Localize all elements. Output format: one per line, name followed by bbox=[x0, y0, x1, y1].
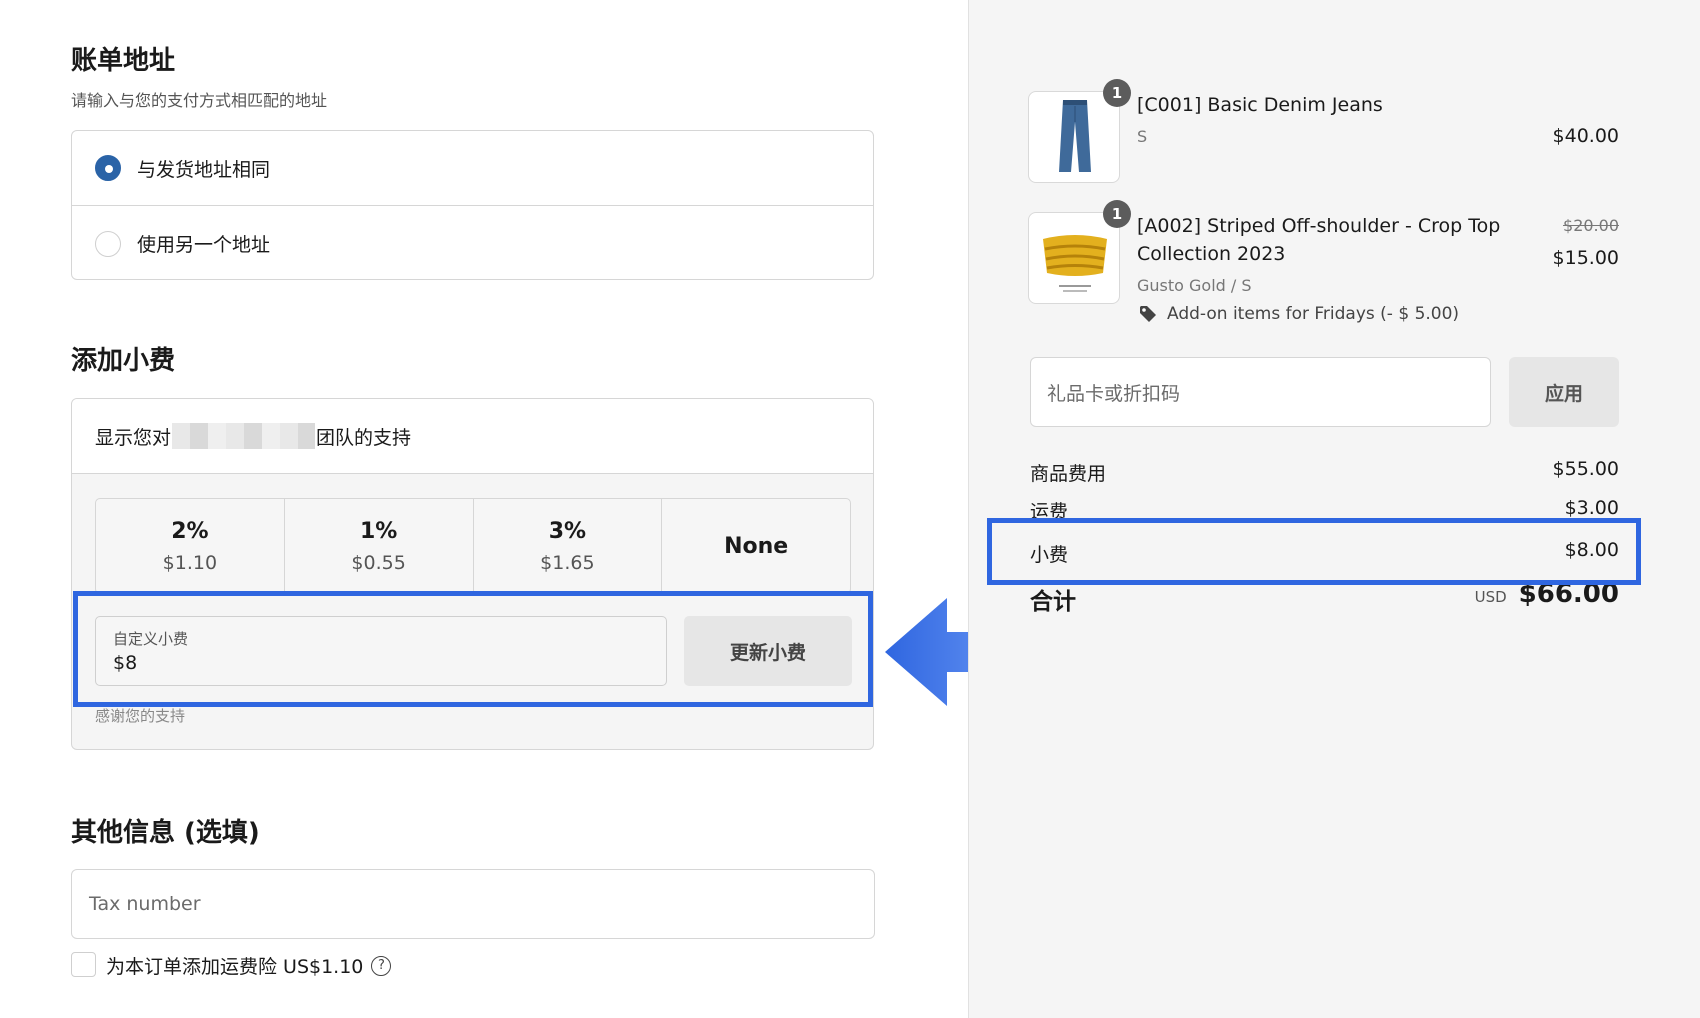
tip-summary-highlight bbox=[987, 518, 1641, 585]
tip-option-amount: $0.55 bbox=[351, 551, 406, 574]
billing-title: 账单地址 bbox=[71, 46, 176, 76]
jeans-image bbox=[1059, 100, 1091, 172]
tip-option-amount: $1.10 bbox=[162, 551, 218, 574]
tip-support-text: 显示您对 团队的支持 bbox=[72, 399, 873, 474]
shipping-insurance-checkbox[interactable] bbox=[71, 952, 96, 977]
item-discount: Add-on items for Fridays (- $ 5.00) bbox=[1139, 304, 1459, 324]
shipping-insurance-label: 为本订单添加运费险 US$1.10 ? bbox=[106, 952, 392, 979]
quantity-badge: 1 bbox=[1103, 79, 1131, 107]
tip-option-amount: $1.65 bbox=[540, 551, 595, 574]
item-original-price: $20.00 bbox=[1563, 216, 1619, 235]
shipping-insurance-text: 为本订单添加运费险 US$1.10 bbox=[106, 956, 364, 978]
billing-address-options: 与发货地址相同 使用另一个地址 bbox=[71, 130, 874, 280]
gift-card-input[interactable]: 礼品卡或折扣码 bbox=[1030, 357, 1491, 427]
tip-support-suffix: 团队的支持 bbox=[316, 426, 412, 449]
tip-option-1pct[interactable]: 1% $0.55 bbox=[285, 499, 474, 593]
currency-code: USD bbox=[1474, 588, 1507, 606]
tip-option-3pct[interactable]: 3% $1.65 bbox=[474, 499, 663, 593]
tip-option-percent: 2% bbox=[171, 518, 209, 544]
tip-title: 添加小费 bbox=[71, 346, 176, 376]
billing-option-different[interactable]: 使用另一个地址 bbox=[72, 206, 873, 281]
item-price: $15.00 bbox=[1552, 247, 1619, 269]
tip-support-prefix: 显示您对 bbox=[95, 426, 172, 449]
tip-option-percent: 1% bbox=[359, 518, 398, 544]
tip-options: 2% $1.10 1% $0.55 3% $1.65 None bbox=[95, 498, 851, 594]
discount-text: Add-on items for Fridays (- $ 5.00) bbox=[1167, 304, 1460, 324]
tax-number-input[interactable]: Tax number bbox=[71, 869, 875, 939]
tip-thanks-text: 感谢您的支持 bbox=[95, 707, 186, 725]
product-thumbnail: 1 bbox=[1028, 79, 1131, 183]
tip-option-percent: 3% bbox=[548, 518, 587, 544]
tag-icon bbox=[1140, 306, 1156, 322]
billing-option-label: 使用另一个地址 bbox=[137, 234, 271, 256]
item-name-line2: Collection 2023 bbox=[1137, 243, 1286, 265]
tip-option-percent: None bbox=[724, 533, 789, 559]
item-name: [C001] Basic Denim Jeans bbox=[1137, 94, 1383, 116]
item-price: $40.00 bbox=[1552, 125, 1619, 147]
extra-info-title: 其他信息 (选填) bbox=[71, 818, 260, 848]
crop-top-image bbox=[1043, 235, 1107, 292]
subtotal-label: 商品费用 bbox=[1030, 463, 1107, 485]
product-thumbnail: 1 bbox=[1028, 200, 1131, 304]
item-name-line1: [A002] Striped Off-shoulder - Crop Top bbox=[1137, 215, 1501, 237]
shipping-value: $3.00 bbox=[1564, 497, 1619, 519]
custom-tip-highlight bbox=[73, 591, 873, 707]
tip-option-2pct[interactable]: 2% $1.10 bbox=[96, 499, 285, 593]
item-variant: Gusto Gold / S bbox=[1137, 276, 1252, 295]
subtotal-value: $55.00 bbox=[1552, 458, 1619, 480]
item-variant: S bbox=[1137, 127, 1148, 146]
radio-selected-icon[interactable] bbox=[95, 155, 121, 181]
redacted-store-name bbox=[172, 423, 316, 449]
quantity-badge: 1 bbox=[1103, 200, 1131, 228]
billing-option-label: 与发货地址相同 bbox=[137, 158, 271, 181]
help-icon[interactable]: ? bbox=[371, 955, 392, 976]
billing-option-same[interactable]: 与发货地址相同 bbox=[72, 131, 873, 206]
radio-unselected-icon[interactable] bbox=[95, 230, 121, 257]
total-label: 合计 bbox=[1030, 589, 1076, 615]
tip-option-none[interactable]: None bbox=[662, 499, 850, 593]
apply-button[interactable]: 应用 bbox=[1509, 357, 1619, 427]
billing-subtitle: 请输入与您的支付方式相匹配的地址 bbox=[71, 91, 328, 110]
